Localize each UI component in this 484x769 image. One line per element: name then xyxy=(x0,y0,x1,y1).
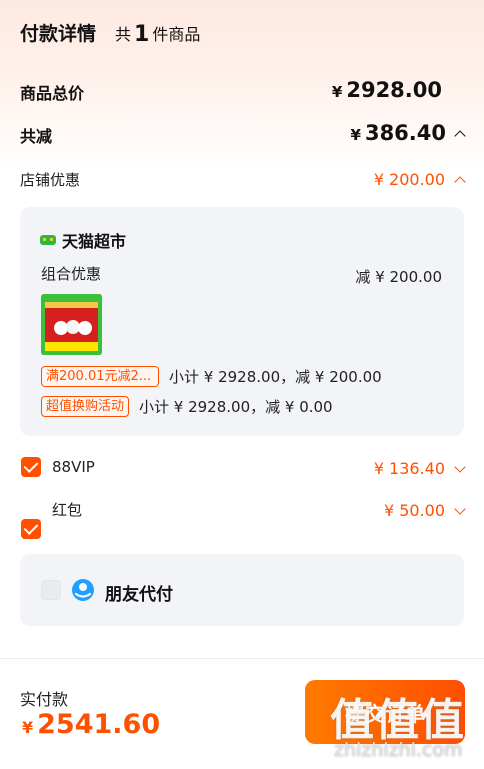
total-amount: 2928.00 xyxy=(346,78,442,102)
promo-tag[interactable]: 超值换购活动 xyxy=(41,396,130,417)
combo-discount-label: 组合优惠 xyxy=(41,265,102,283)
product-thumbnail[interactable] xyxy=(41,294,102,355)
item-count-value: 1 xyxy=(134,22,150,47)
total-price-label: 商品总价 xyxy=(20,84,85,103)
red-envelope-currency: ¥ xyxy=(384,501,395,520)
discount-currency: ¥ xyxy=(350,126,361,144)
friend-pay-glyph xyxy=(74,583,92,598)
item-count: 共 1 件商品 xyxy=(115,21,201,47)
chevron-up-icon xyxy=(454,175,466,188)
promo-subtotal: 小计 ¥ 2928.00，减 ¥ 0.00 xyxy=(139,398,333,416)
actual-pay-label: 实付款 xyxy=(20,690,69,709)
red-envelope-checkbox[interactable] xyxy=(21,519,41,539)
discount-value: ¥386.40 xyxy=(351,121,446,145)
tmall-icon xyxy=(40,235,56,245)
promo-row: 满200.01元减2... 小计 ¥ 2928.00，减 ¥ 200.00 xyxy=(41,366,382,387)
store-name: 天猫超市 xyxy=(62,232,127,251)
product-image xyxy=(41,294,102,355)
actual-pay-value: 2541.60 xyxy=(37,709,161,740)
store-discount-amount: 200.00 xyxy=(389,170,445,189)
total-currency: ¥ xyxy=(331,83,343,101)
promo-subtotal: 小计 ¥ 2928.00，减 ¥ 200.00 xyxy=(169,368,382,386)
store-discount-toggle[interactable]: ¥ 200.00 xyxy=(373,170,466,189)
actual-pay-amount: ¥ 2541.60 xyxy=(22,709,160,740)
88vip-checkbox[interactable] xyxy=(21,457,41,477)
chevron-down-icon xyxy=(454,503,466,515)
red-envelope-discount-toggle[interactable]: ¥ 50.00 xyxy=(384,501,466,520)
watermark-url: zhizhizhi.com xyxy=(334,739,463,761)
store-header: 天猫超市 xyxy=(40,228,126,252)
friend-pay-checkbox[interactable] xyxy=(41,580,61,600)
88vip-label: 88VIP xyxy=(52,458,95,476)
chevron-down-icon xyxy=(454,461,466,473)
promo-tag[interactable]: 满200.01元减2... xyxy=(41,366,159,387)
store-discount-label: 店铺优惠 xyxy=(20,171,81,189)
88vip-discount-toggle[interactable]: ¥ 136.40 xyxy=(373,459,466,478)
promo-row: 超值换购活动 小计 ¥ 2928.00，减 ¥ 0.00 xyxy=(41,396,333,417)
combo-discount-amount: 减 ¥ 200.00 xyxy=(355,268,442,286)
red-envelope-amount: 50.00 xyxy=(399,501,445,520)
discount-label: 共减 xyxy=(20,127,53,146)
red-envelope-label: 红包 xyxy=(52,501,83,519)
actual-pay-currency: ¥ xyxy=(22,718,34,737)
88vip-currency: ¥ xyxy=(373,459,385,478)
friend-pay-icon xyxy=(72,579,94,601)
item-count-prefix: 共 xyxy=(115,25,132,44)
88vip-amount: 136.40 xyxy=(389,459,445,478)
item-count-suffix: 件商品 xyxy=(152,25,201,44)
store-discount-currency: ¥ xyxy=(373,170,385,189)
discount-toggle[interactable]: ¥386.40 xyxy=(351,121,466,145)
chevron-up-icon xyxy=(454,129,466,142)
page-title: 付款详情 xyxy=(20,23,97,45)
discount-amount: 386.40 xyxy=(364,121,446,145)
friend-pay-label: 朋友代付 xyxy=(105,585,173,605)
total-price-value: ¥2928.00 xyxy=(332,78,442,102)
